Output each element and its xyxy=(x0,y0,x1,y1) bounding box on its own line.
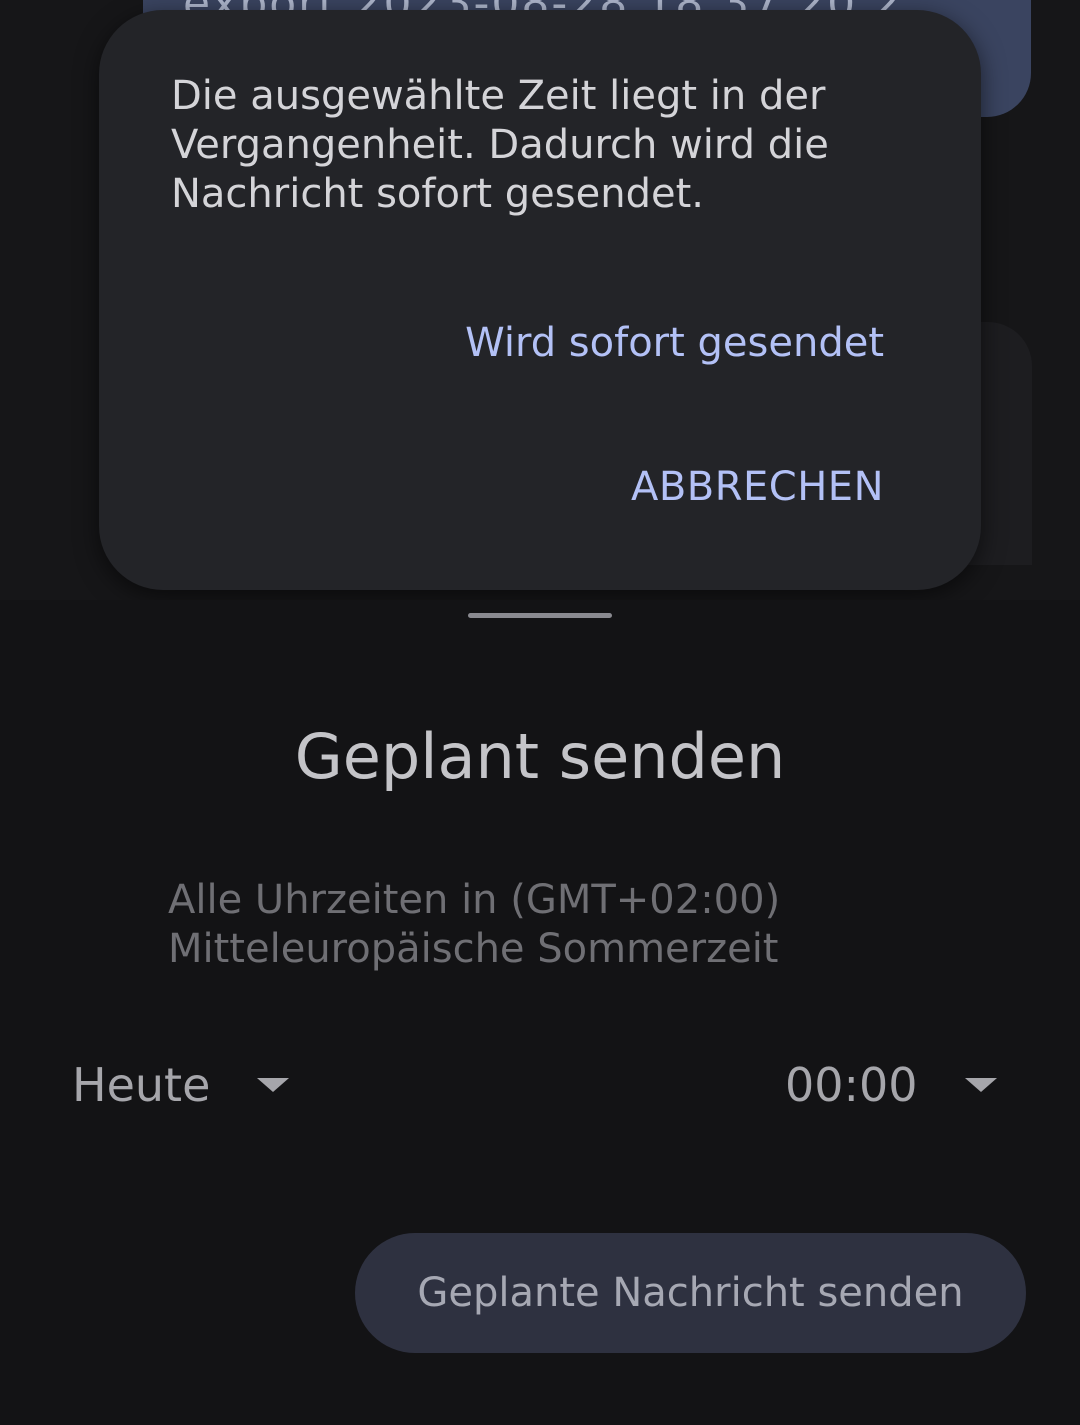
schedule-send-button[interactable]: Geplante Nachricht senden xyxy=(355,1233,1026,1353)
drag-handle[interactable] xyxy=(468,613,612,618)
dialog-message: Die ausgewählte Zeit liegt in der Vergan… xyxy=(171,73,829,217)
day-dropdown[interactable]: Heute xyxy=(72,1050,290,1120)
time-dropdown[interactable]: 00:00 xyxy=(785,1050,997,1120)
time-dropdown-value: 00:00 xyxy=(785,1058,918,1112)
send-now-button[interactable]: Wird sofort gesendet xyxy=(465,320,884,366)
timezone-note: Alle Uhrzeiten in (GMT+02:00) Mitteleuro… xyxy=(168,877,781,972)
sheet-title: Geplant senden xyxy=(294,720,786,793)
chevron-down-icon xyxy=(257,1078,290,1092)
chevron-down-icon xyxy=(964,1078,997,1092)
schedule-send-sheet: Geplant senden Alle Uhrzeiten in (GMT+02… xyxy=(0,600,1080,1425)
past-time-dialog: Die ausgewählte Zeit liegt in der Vergan… xyxy=(99,10,981,590)
day-dropdown-value: Heute xyxy=(72,1058,211,1112)
cancel-button[interactable]: ABBRECHEN xyxy=(631,464,884,510)
